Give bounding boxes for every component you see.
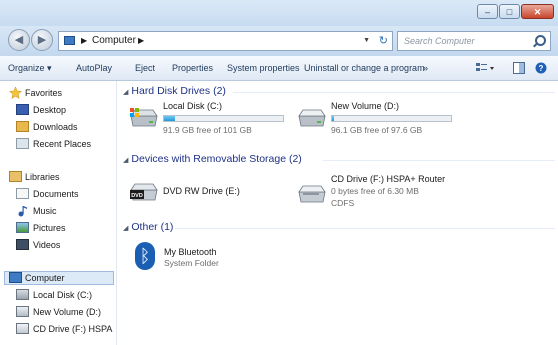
breadcrumb-computer[interactable]: Computer xyxy=(92,32,136,50)
breadcrumb-arrow-icon[interactable]: ▶ xyxy=(81,32,87,50)
bluetooth-name[interactable]: My Bluetooth xyxy=(164,247,217,257)
documents-icon xyxy=(16,188,29,199)
nav-libraries[interactable]: Libraries xyxy=(25,171,60,183)
dvd-drive-icon: DVD xyxy=(129,176,159,206)
drive-usage-bar xyxy=(163,115,284,122)
collapse-triangle-icon[interactable]: ◢ xyxy=(123,89,128,96)
drive-free-space: 0 bytes free of 6.30 MB xyxy=(331,186,419,196)
nav-cd-drive[interactable]: CD Drive (F:) HSPA xyxy=(33,323,112,335)
system-properties-button[interactable]: System properties xyxy=(227,56,300,80)
nav-recent-places[interactable]: Recent Places xyxy=(33,138,91,150)
address-bar[interactable]: ▶ Computer ▶ ▼ ↻ xyxy=(58,31,393,51)
drive-name: Local Disk (C:) xyxy=(163,101,223,111)
group-title: Other (1) xyxy=(131,221,174,233)
hard-disk-icon xyxy=(297,104,327,132)
nav-downloads[interactable]: Downloads xyxy=(33,121,78,133)
explorer-window: – □ ✕ ◀ ▶ ▶ Computer ▶ ▼ ↻ Search Comput… xyxy=(0,0,558,345)
nav-pictures[interactable]: Pictures xyxy=(33,222,66,234)
collapse-triangle-icon[interactable]: ◢ xyxy=(123,225,128,232)
cd-drive-icon xyxy=(297,178,327,208)
navigation-pane: Favorites Desktop Downloads Recent Place… xyxy=(0,81,116,345)
group-header-removable[interactable]: ◢ Devices with Removable Storage (2) xyxy=(123,153,302,165)
minimize-button[interactable]: – xyxy=(477,4,498,19)
other-items xyxy=(117,81,118,82)
svg-text:?: ? xyxy=(539,64,544,73)
help-icon[interactable]: ? xyxy=(535,62,547,74)
search-icon[interactable] xyxy=(535,35,546,46)
content-pane: ◢ Hard Disk Drives (2) Local Disk (C:) 91… xyxy=(117,81,558,345)
preview-pane-icon[interactable] xyxy=(513,62,525,74)
close-button[interactable]: ✕ xyxy=(521,4,554,19)
recent-places-icon xyxy=(16,138,29,149)
more-commands-button[interactable]: » xyxy=(423,56,428,80)
nav-videos[interactable]: Videos xyxy=(33,239,60,251)
address-dropdown-icon[interactable]: ▼ xyxy=(363,32,370,50)
command-bar: Organize ▾ AutoPlay Eject Properties Sys… xyxy=(0,56,558,81)
new-volume-icon xyxy=(16,306,29,317)
nav-desktop[interactable]: Desktop xyxy=(33,104,66,116)
group-title: Devices with Removable Storage (2) xyxy=(131,153,302,165)
drive-free-space: 96.1 GB free of 97.6 GB xyxy=(331,125,423,135)
uninstall-program-button[interactable]: Uninstall or change a program xyxy=(304,56,425,80)
bluetooth-type: System Folder xyxy=(164,258,219,268)
search-placeholder: Search Computer xyxy=(404,36,475,46)
autoplay-button[interactable]: AutoPlay xyxy=(76,56,112,80)
drive-item-d[interactable]: New Volume (D:) 96.1 GB free of 97.6 GB xyxy=(297,101,457,143)
nav-documents[interactable]: Documents xyxy=(33,188,79,200)
drive-free-space: 91.9 GB free of 101 GB xyxy=(163,125,252,135)
nav-computer[interactable]: Computer xyxy=(25,272,65,284)
collapse-triangle-icon[interactable]: ◢ xyxy=(123,157,128,164)
refresh-icon[interactable]: ↻ xyxy=(379,32,388,50)
favorites-star-icon xyxy=(8,86,23,100)
hard-disk-windows-icon xyxy=(129,104,159,132)
bluetooth-icon[interactable]: ᛒ xyxy=(135,242,155,270)
back-button[interactable]: ◀ xyxy=(8,29,30,51)
title-bar: – □ ✕ xyxy=(0,0,558,26)
libraries-icon xyxy=(9,171,22,182)
address-row: ◀ ▶ ▶ Computer ▶ ▼ ↻ Search Computer xyxy=(0,26,558,56)
group-divider xyxy=(175,228,555,229)
nav-local-disk[interactable]: Local Disk (C:) xyxy=(33,289,92,301)
forward-button[interactable]: ▶ xyxy=(31,29,53,51)
organize-button[interactable]: Organize ▾ xyxy=(8,56,52,80)
nav-favorites[interactable]: Favorites xyxy=(25,87,62,99)
nav-music[interactable]: Music xyxy=(33,205,57,217)
computer-icon xyxy=(64,36,75,45)
computer-icon xyxy=(9,272,22,283)
drive-item-f[interactable]: CD Drive (F:) HSPA+ Router 0 bytes free … xyxy=(297,174,487,218)
drive-file-system: CDFS xyxy=(331,198,355,208)
maximize-button[interactable]: □ xyxy=(499,4,520,19)
videos-icon xyxy=(16,239,29,250)
drive-name: New Volume (D:) xyxy=(331,101,400,111)
pictures-icon xyxy=(16,222,29,233)
group-header-other[interactable]: ◢ Other (1) xyxy=(123,221,173,233)
cd-drive-icon xyxy=(16,323,29,334)
local-disk-icon xyxy=(16,289,29,300)
drive-usage-fill xyxy=(332,116,334,121)
search-input[interactable]: Search Computer xyxy=(397,31,551,51)
group-title: Hard Disk Drives (2) xyxy=(131,85,226,97)
properties-button[interactable]: Properties xyxy=(172,56,213,80)
downloads-icon xyxy=(16,121,29,132)
drive-name: CD Drive (F:) HSPA+ Router xyxy=(331,174,446,184)
change-view-icon[interactable] xyxy=(476,62,494,73)
caption-buttons: – □ ✕ xyxy=(476,4,554,19)
breadcrumb-arrow-icon[interactable]: ▶ xyxy=(138,32,144,50)
drive-name: DVD RW Drive (E:) xyxy=(163,186,240,196)
music-icon xyxy=(17,205,30,217)
desktop-icon xyxy=(16,104,29,115)
eject-button[interactable]: Eject xyxy=(135,56,155,80)
group-header-hard-disk[interactable]: ◢ Hard Disk Drives (2) xyxy=(123,85,226,97)
group-divider xyxy=(323,160,555,161)
drive-usage-fill xyxy=(164,116,175,121)
drive-item-e[interactable]: DVD DVD RW Drive (E:) xyxy=(129,176,289,210)
drive-usage-bar xyxy=(331,115,452,122)
group-divider xyxy=(233,92,555,93)
nav-new-volume[interactable]: New Volume (D:) xyxy=(33,306,101,318)
drive-item-c[interactable]: Local Disk (C:) 91.9 GB free of 101 GB xyxy=(129,101,289,143)
svg-text:DVD: DVD xyxy=(131,193,143,199)
